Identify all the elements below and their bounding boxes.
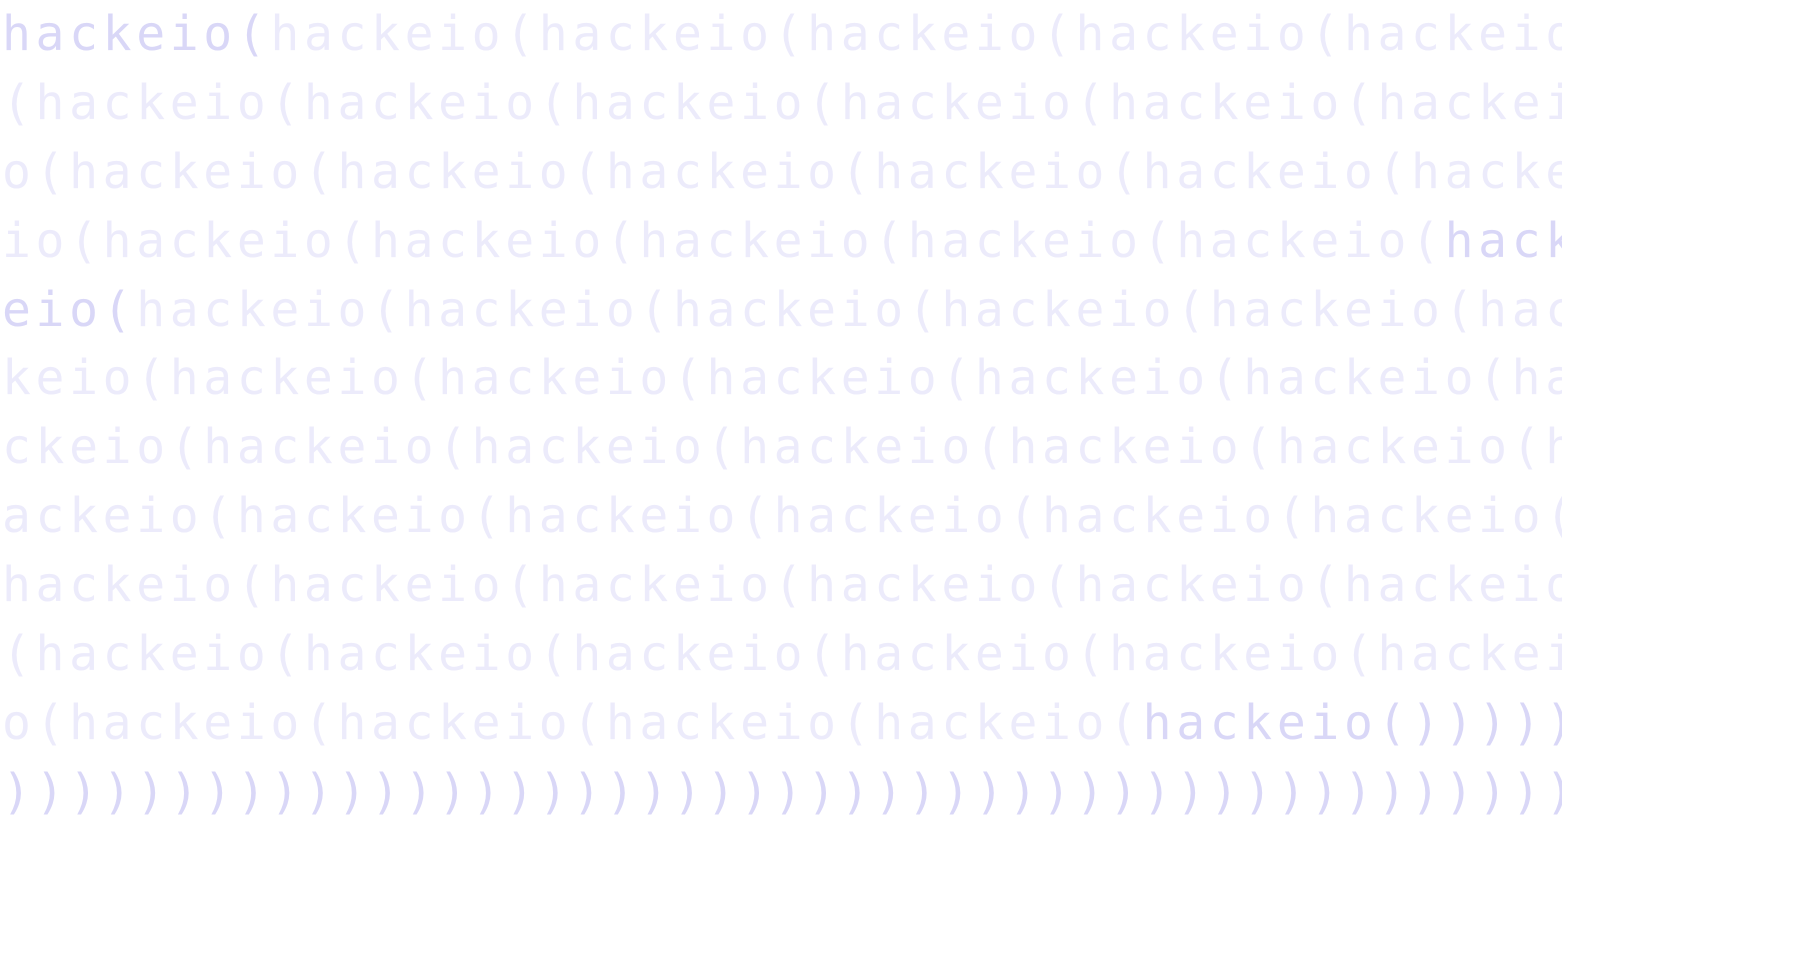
pattern-line: o(hackeio(hackeio(hackeio(hackeio(hackei… xyxy=(2,138,1562,207)
faded-segment: hackeio(hackeio(hackeio(hackeio(hackeio xyxy=(270,6,1562,62)
faded-segment: (hackeio(hackeio(hackeio(hackeio(hackeio… xyxy=(2,626,1562,683)
faded-segment: io(hackeio(hackeio(hackeio(hackeio(hacke… xyxy=(2,212,1445,269)
faded-segment: hackeio(hackeio(hackeio(hackeio(hackeio(… xyxy=(136,281,1562,338)
highlighted-segment: hack xyxy=(1444,212,1562,269)
pattern-line: (hackeio(hackeio(hackeio(hackeio(hackeio… xyxy=(2,620,1562,689)
highlighted-segment: hackeio( xyxy=(2,6,271,62)
faded-segment: ackeio(hackeio(hackeio(hackeio(hackeio(h… xyxy=(2,488,1562,545)
faded-segment: o(hackeio(hackeio(hackeio(hackeio(hackei… xyxy=(2,143,1562,200)
highlighted-segment: eio( xyxy=(2,281,137,338)
pattern-line: io(hackeio(hackeio(hackeio(hackeio(hacke… xyxy=(2,207,1562,276)
code-pattern-background: hackeio(hackeio(hackeio(hackeio(hackeio(… xyxy=(2,0,1562,827)
highlighted-segment: hackeio()))))))))))) xyxy=(1142,694,1562,751)
pattern-line: ))))))))))))))))))))))))))))))))))))))))… xyxy=(2,758,1562,827)
pattern-line: hackeio(hackeio(hackeio(hackeio(hackeio(… xyxy=(2,551,1562,620)
highlighted-segment: ))))))))))))))))))))))))))))))))))))))))… xyxy=(2,763,1562,820)
faded-segment: ckeio(hackeio(hackeio(hackeio(hackeio(ha… xyxy=(2,419,1562,476)
pattern-line: keio(hackeio(hackeio(hackeio(hackeio(hac… xyxy=(2,344,1562,413)
faded-segment: (hackeio(hackeio(hackeio(hackeio(hackeio… xyxy=(2,74,1562,131)
faded-segment: hackeio(hackeio(hackeio(hackeio(hackeio(… xyxy=(2,557,1562,614)
pattern-line: ckeio(hackeio(hackeio(hackeio(hackeio(ha… xyxy=(2,413,1562,482)
faded-segment: keio(hackeio(hackeio(hackeio(hackeio(hac… xyxy=(2,350,1562,407)
pattern-line: hackeio(hackeio(hackeio(hackeio(hackeio(… xyxy=(2,0,1562,69)
pattern-line: ackeio(hackeio(hackeio(hackeio(hackeio(h… xyxy=(2,482,1562,551)
faded-segment: o(hackeio(hackeio(hackeio(hackeio( xyxy=(2,694,1143,751)
pattern-line: o(hackeio(hackeio(hackeio(hackeio(hackei… xyxy=(2,689,1562,758)
pattern-line: (hackeio(hackeio(hackeio(hackeio(hackeio… xyxy=(2,69,1562,138)
pattern-line: eio(hackeio(hackeio(hackeio(hackeio(hack… xyxy=(2,276,1562,345)
